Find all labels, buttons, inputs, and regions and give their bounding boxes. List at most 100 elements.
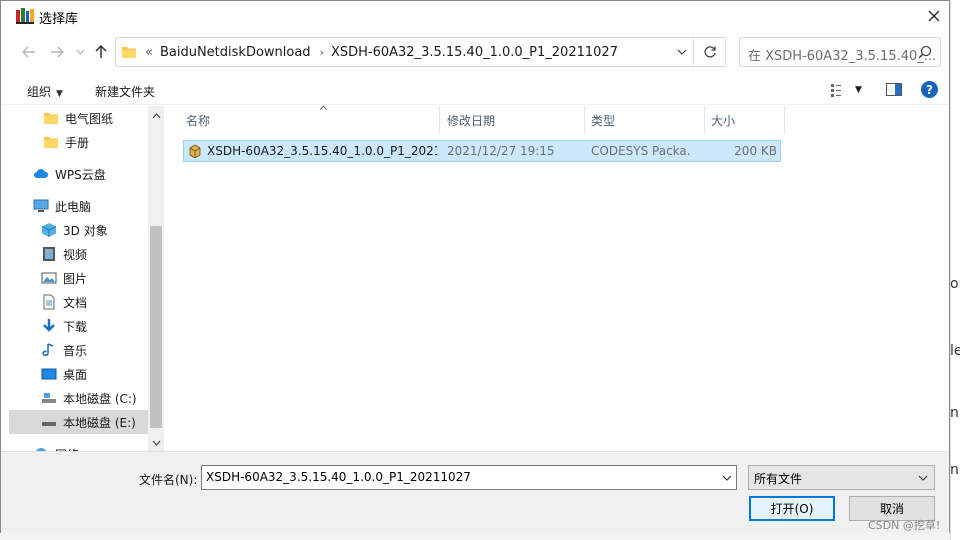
- background-app-edge: [950, 0, 960, 540]
- refresh-button[interactable]: [693, 38, 725, 66]
- desktop-icon: [41, 368, 57, 380]
- toolbar: 组织 ▼ 新建文件夹 ▼: [1, 75, 949, 105]
- file-type-select[interactable]: 所有文件: [748, 465, 935, 490]
- arrow-up-icon: [95, 45, 107, 58]
- column-header-name[interactable]: 名称: [180, 105, 440, 134]
- window-title: 选择库: [39, 12, 79, 27]
- column-header-label: 名称: [186, 113, 211, 128]
- open-button[interactable]: 打开(O): [749, 496, 835, 521]
- nav-scrollbar[interactable]: [148, 106, 164, 451]
- nav-item-label: 此电脑: [55, 199, 92, 214]
- chevron-down-icon: [152, 440, 160, 446]
- file-name: XSDH-60A32_3.5.15.40_1.0.0_P1_2021...: [207, 144, 437, 158]
- organize-button[interactable]: 组织 ▼: [27, 83, 63, 100]
- background-text: le: [950, 343, 960, 359]
- drive-icon: [42, 422, 56, 426]
- nav-item-label: 电气图纸: [65, 111, 114, 126]
- computer-icon: [33, 199, 49, 212]
- nav-item-label: 音乐: [63, 343, 88, 358]
- search-icon[interactable]: [918, 45, 932, 59]
- nav-item-manuals[interactable]: 手册: [9, 130, 148, 154]
- nav-item-label: 手册: [65, 135, 90, 150]
- nav-item-electrical-drawings[interactable]: 电气图纸: [9, 106, 148, 130]
- watermark: CSDN @挖草!: [868, 519, 941, 532]
- cloud-icon: [34, 169, 49, 178]
- column-header-label: 修改日期: [447, 113, 496, 128]
- documents-icon: [43, 294, 55, 310]
- forward-button[interactable]: [46, 41, 68, 63]
- column-header-label: 类型: [591, 113, 616, 128]
- nav-item-wps-cloud[interactable]: WPS云盘: [9, 162, 148, 186]
- nav-item-label: 桌面: [63, 367, 88, 382]
- column-header-date[interactable]: 修改日期: [441, 106, 585, 134]
- chevron-down-icon: [677, 49, 687, 55]
- chevron-down-icon: [76, 49, 84, 55]
- nav-item-3d-objects[interactable]: 3D 对象: [9, 218, 148, 242]
- search-input[interactable]: 在 XSDH-60A32_3.5.15.40_...: [739, 37, 941, 67]
- nav-item-label: WPS云盘: [55, 167, 106, 182]
- back-button[interactable]: [18, 41, 40, 63]
- nav-item-pictures[interactable]: 图片: [9, 266, 148, 290]
- column-header-size[interactable]: 大小: [705, 106, 785, 134]
- package-file-icon: [189, 144, 201, 158]
- nav-item-documents[interactable]: 文档: [9, 290, 148, 314]
- file-open-dialog: 选择库 « BaiduNetdiskDownload › XSDH-60A32_…: [0, 0, 950, 533]
- background-app-strip: [0, 532, 960, 540]
- nav-item-label: 下载: [63, 319, 88, 334]
- view-options-icon[interactable]: [831, 83, 847, 97]
- file-type-selected: 所有文件: [754, 472, 803, 486]
- close-icon: [928, 10, 940, 22]
- address-overflow[interactable]: «: [145, 45, 153, 60]
- chevron-down-icon: [918, 475, 928, 481]
- up-button[interactable]: [90, 41, 112, 63]
- arrow-left-icon: [22, 46, 35, 58]
- chevron-down-icon[interactable]: [722, 475, 732, 481]
- nav-item-videos[interactable]: 视频: [9, 242, 148, 266]
- search-placeholder: 在 XSDH-60A32_3.5.15.40_...: [748, 49, 937, 64]
- preview-pane-icon[interactable]: [886, 83, 902, 97]
- filename-input[interactable]: XSDH-60A32_3.5.15.40_1.0.0_P1_20211027: [201, 465, 737, 490]
- nav-item-drive-e[interactable]: 本地磁盘 (E:): [9, 410, 148, 434]
- view-dropdown-button[interactable]: ▼: [855, 85, 862, 95]
- file-size: 200 KB: [734, 144, 777, 158]
- help-icon[interactable]: ?: [921, 81, 938, 98]
- close-button[interactable]: [919, 1, 949, 31]
- arrow-right-icon: [51, 46, 64, 58]
- nav-item-downloads[interactable]: 下载: [9, 314, 148, 338]
- address-segment-current[interactable]: XSDH-60A32_3.5.15.40_1.0.0_P1_20211027: [331, 45, 618, 60]
- background-text: or: [950, 276, 960, 292]
- nav-item-label: 文档: [63, 295, 88, 310]
- table-row[interactable]: XSDH-60A32_3.5.15.40_1.0.0_P1_2021... 20…: [183, 140, 781, 162]
- drive-icon: [42, 393, 56, 403]
- background-text: n: [950, 462, 959, 478]
- address-dropdown[interactable]: [675, 45, 689, 59]
- nav-item-label: 图片: [63, 271, 88, 286]
- nav-item-drive-c[interactable]: 本地磁盘 (C:): [9, 386, 148, 410]
- nav-item-music[interactable]: 音乐: [9, 338, 148, 362]
- music-icon: [42, 343, 54, 357]
- address-segment-baidunetdiskdownload[interactable]: BaiduNetdiskDownload: [160, 45, 311, 60]
- pictures-icon: [41, 272, 57, 284]
- file-list: 名称 修改日期 类型 大小 XSDH-60A32_3.5.15.40_1.0.0…: [166, 105, 949, 451]
- title-bar: 选择库: [1, 1, 949, 31]
- column-header-type[interactable]: 类型: [585, 106, 705, 134]
- address-bar[interactable]: « BaiduNetdiskDownload › XSDH-60A32_3.5.…: [115, 37, 726, 67]
- file-date: 2021/12/27 19:15: [447, 144, 555, 158]
- scroll-thumb[interactable]: [150, 226, 162, 428]
- nav-item-desktop[interactable]: 桌面: [9, 362, 148, 386]
- background-text: n: [950, 405, 959, 421]
- nav-item-label: 本地磁盘 (E:): [63, 415, 136, 430]
- recent-locations-button[interactable]: [69, 41, 91, 63]
- nav-item-this-pc[interactable]: 此电脑: [9, 194, 148, 218]
- refresh-icon: [703, 46, 716, 58]
- scroll-down-button[interactable]: [148, 435, 164, 451]
- nav-item-network[interactable]: 网络: [9, 442, 148, 451]
- scroll-up-button[interactable]: [148, 108, 164, 124]
- filename-value: XSDH-60A32_3.5.15.40_1.0.0_P1_20211027: [206, 470, 471, 484]
- address-separator[interactable]: ›: [320, 46, 324, 59]
- new-folder-button[interactable]: 新建文件夹: [95, 83, 155, 100]
- nav-item-label: 视频: [63, 247, 88, 262]
- caret-down-icon: ▼: [56, 89, 63, 99]
- 3d-objects-icon: [41, 223, 57, 237]
- folder-icon: [44, 113, 58, 124]
